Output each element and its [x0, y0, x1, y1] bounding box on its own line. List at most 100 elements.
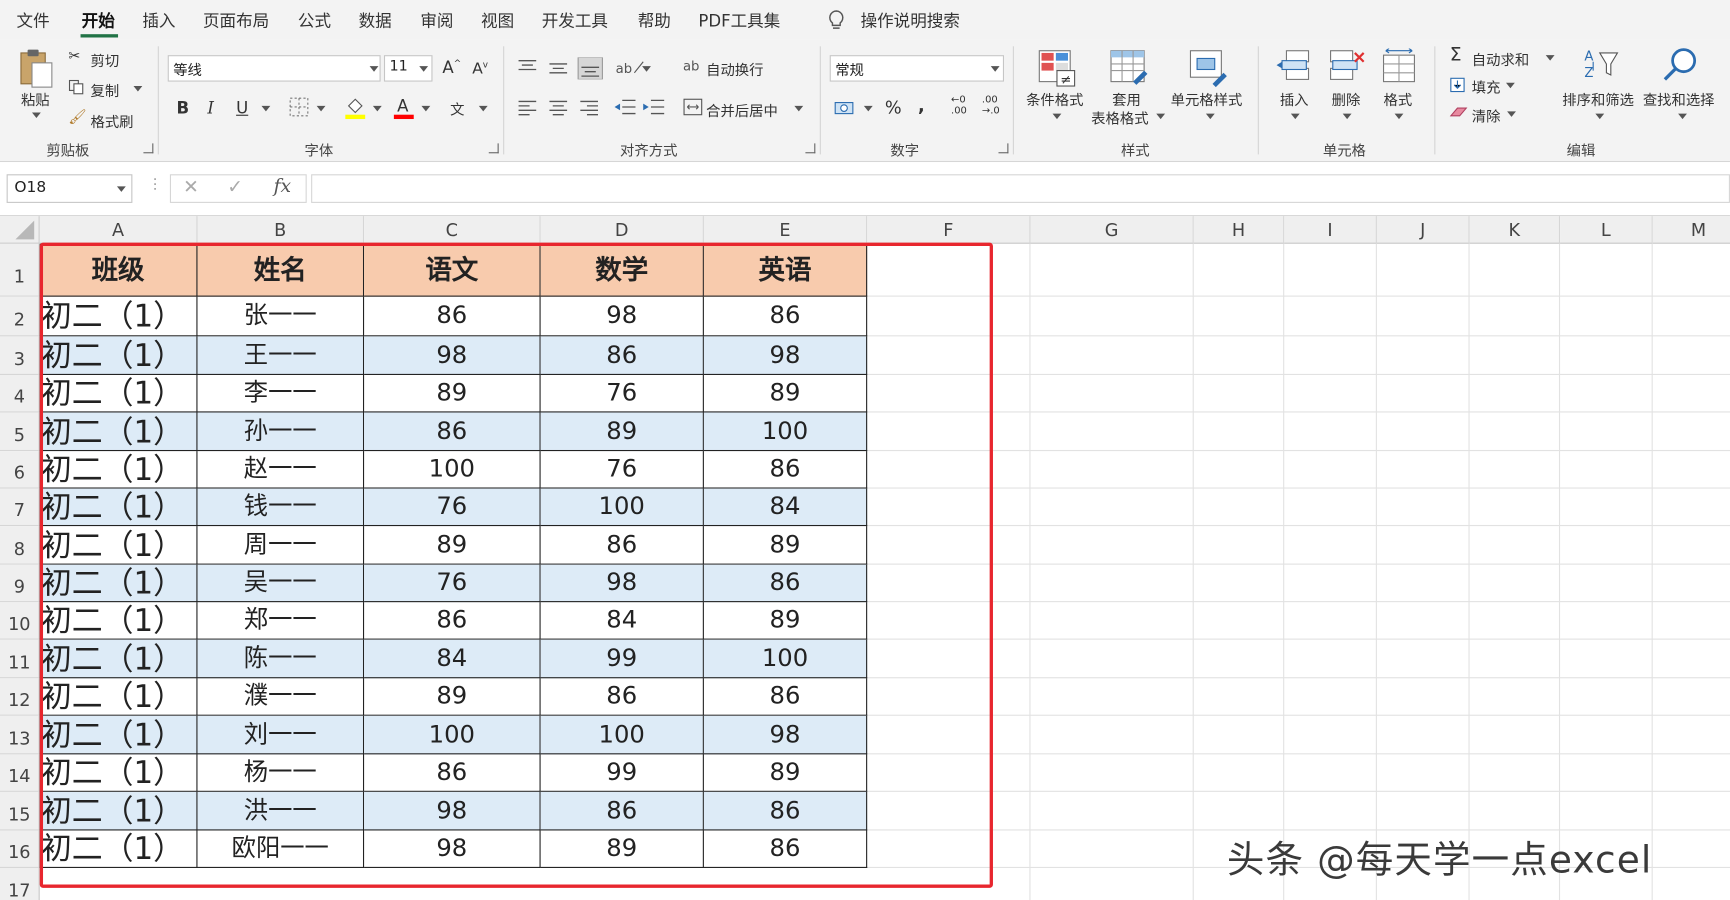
- underline-dropdown-icon[interactable]: [261, 105, 271, 112]
- row-header-1[interactable]: 1: [0, 243, 40, 297]
- orientation-dropdown-icon[interactable]: [642, 66, 651, 72]
- insert-button[interactable]: 插入: [1280, 88, 1309, 110]
- conditional-format-button[interactable]: 条件格式: [1026, 88, 1083, 110]
- column-header-k[interactable]: K: [1469, 216, 1561, 244]
- autosum-dropdown-icon[interactable]: [1545, 55, 1555, 61]
- font-name-dropdown-icon[interactable]: [369, 66, 379, 72]
- menu-help[interactable]: 帮助: [638, 9, 671, 32]
- eraser-icon[interactable]: [1449, 106, 1468, 119]
- grow-font-icon[interactable]: A^: [442, 57, 461, 77]
- borders-dropdown-icon[interactable]: [316, 105, 326, 112]
- cell-styles-icon[interactable]: [1188, 49, 1230, 89]
- row-header-2[interactable]: 2: [0, 296, 40, 337]
- autosum-icon[interactable]: Σ: [1450, 44, 1462, 66]
- menu-view[interactable]: 视图: [481, 9, 514, 32]
- conditional-format-icon[interactable]: ≠: [1037, 49, 1077, 89]
- row-header-16[interactable]: 16: [0, 830, 40, 868]
- increase-decimal-icon[interactable]: ←0.00: [951, 95, 967, 117]
- column-header-j[interactable]: J: [1376, 216, 1470, 244]
- bold-button[interactable]: B: [177, 98, 190, 118]
- copy-dropdown-icon[interactable]: [133, 86, 143, 92]
- percent-style-button[interactable]: %: [885, 97, 902, 118]
- column-header-m[interactable]: M: [1652, 216, 1730, 244]
- horizontal-align-icons[interactable]: [516, 98, 604, 118]
- number-launcher-icon[interactable]: [998, 143, 1009, 154]
- paste-dropdown-icon[interactable]: [31, 112, 41, 119]
- autosum-button[interactable]: 自动求和: [1472, 49, 1529, 70]
- vertical-align-icons[interactable]: [516, 57, 604, 80]
- row-header-15[interactable]: 15: [0, 791, 40, 831]
- font-color-dropdown-icon[interactable]: [421, 105, 431, 112]
- cancel-icon[interactable]: ✕: [183, 176, 199, 198]
- format-as-table-button[interactable]: 表格格式: [1091, 107, 1148, 128]
- name-box[interactable]: O18: [6, 174, 133, 203]
- indent-icons[interactable]: [613, 97, 666, 119]
- row-header-7[interactable]: 7: [0, 488, 40, 527]
- format-button[interactable]: 格式: [1384, 88, 1413, 110]
- cut-icon[interactable]: ✂: [68, 49, 80, 66]
- underline-button[interactable]: U: [236, 98, 248, 118]
- fill-color-icon[interactable]: [344, 95, 366, 120]
- fill-down-icon[interactable]: [1450, 77, 1465, 93]
- column-header-l[interactable]: L: [1560, 216, 1653, 244]
- row-header-4[interactable]: 4: [0, 374, 40, 413]
- delete-dropdown-icon[interactable]: [1342, 113, 1352, 120]
- column-header-g[interactable]: G: [1030, 216, 1194, 244]
- column-header-a[interactable]: A: [39, 216, 198, 244]
- column-header-f[interactable]: F: [867, 216, 1031, 244]
- row-header-3[interactable]: 3: [0, 336, 40, 375]
- phonetic-guide-icon[interactable]: 文: [450, 98, 464, 120]
- clear-button[interactable]: 清除: [1472, 105, 1501, 126]
- row-header-13[interactable]: 13: [0, 715, 40, 755]
- tell-me-search[interactable]: 操作说明搜索: [861, 9, 960, 32]
- column-header-c[interactable]: C: [364, 216, 541, 244]
- borders-icon[interactable]: [289, 97, 309, 117]
- insert-cells-icon[interactable]: [1275, 49, 1310, 84]
- cut-button[interactable]: 剪切: [90, 50, 119, 71]
- find-select-button[interactable]: 查找和选择: [1643, 88, 1715, 110]
- conditional-format-dropdown-icon[interactable]: [1052, 113, 1062, 120]
- shrink-font-icon[interactable]: Av: [472, 60, 488, 78]
- copy-button[interactable]: 复制: [90, 79, 119, 101]
- currency-dropdown-icon[interactable]: [863, 105, 873, 112]
- cell-styles-button[interactable]: 单元格样式: [1171, 88, 1243, 110]
- menu-pdf-tools[interactable]: PDF工具集: [698, 9, 780, 32]
- clear-dropdown-icon[interactable]: [1507, 111, 1516, 117]
- font-size-dropdown-icon[interactable]: [419, 66, 429, 72]
- menu-page-layout[interactable]: 页面布局: [203, 9, 269, 32]
- italic-button[interactable]: I: [207, 98, 214, 118]
- find-select-icon[interactable]: [1662, 46, 1700, 83]
- delete-button[interactable]: 删除: [1332, 88, 1361, 110]
- insert-dropdown-icon[interactable]: [1290, 113, 1300, 120]
- cell-styles-dropdown-icon[interactable]: [1205, 113, 1215, 120]
- column-header-e[interactable]: E: [703, 216, 868, 244]
- row-header-8[interactable]: 8: [0, 526, 40, 565]
- menu-home[interactable]: 开始: [82, 9, 115, 32]
- row-header-5[interactable]: 5: [0, 412, 40, 452]
- number-format-select[interactable]: 常规: [829, 55, 1005, 82]
- menu-formulas[interactable]: 公式: [298, 9, 331, 32]
- wrap-text-button[interactable]: 自动换行: [706, 58, 763, 80]
- format-painter-button[interactable]: 格式刷: [90, 110, 133, 132]
- column-header-d[interactable]: D: [540, 216, 704, 244]
- format-as-table-dropdown-icon[interactable]: [1156, 113, 1166, 120]
- row-header-9[interactable]: 9: [0, 564, 40, 603]
- font-launcher-icon[interactable]: [488, 143, 499, 154]
- enter-icon[interactable]: ✓: [227, 176, 243, 198]
- currency-icon[interactable]: [834, 98, 856, 118]
- paste-icon[interactable]: [18, 46, 56, 90]
- fill-color-dropdown-icon[interactable]: [372, 105, 382, 112]
- alignment-launcher-icon[interactable]: [805, 143, 816, 154]
- menu-file[interactable]: 文件: [17, 9, 50, 32]
- merge-center-icon[interactable]: [683, 98, 703, 116]
- wrap-text-icon[interactable]: ab: [683, 58, 700, 73]
- sort-filter-icon[interactable]: A Z: [1582, 46, 1620, 83]
- merge-dropdown-icon[interactable]: [794, 105, 804, 112]
- select-all-corner[interactable]: [0, 216, 40, 244]
- menu-insert[interactable]: 插入: [142, 9, 175, 32]
- copy-icon[interactable]: [68, 79, 84, 95]
- menu-review[interactable]: 审阅: [420, 9, 453, 32]
- clipboard-launcher-icon[interactable]: [143, 143, 154, 154]
- column-header-b[interactable]: B: [197, 216, 365, 244]
- number-format-dropdown-icon[interactable]: [990, 66, 1000, 72]
